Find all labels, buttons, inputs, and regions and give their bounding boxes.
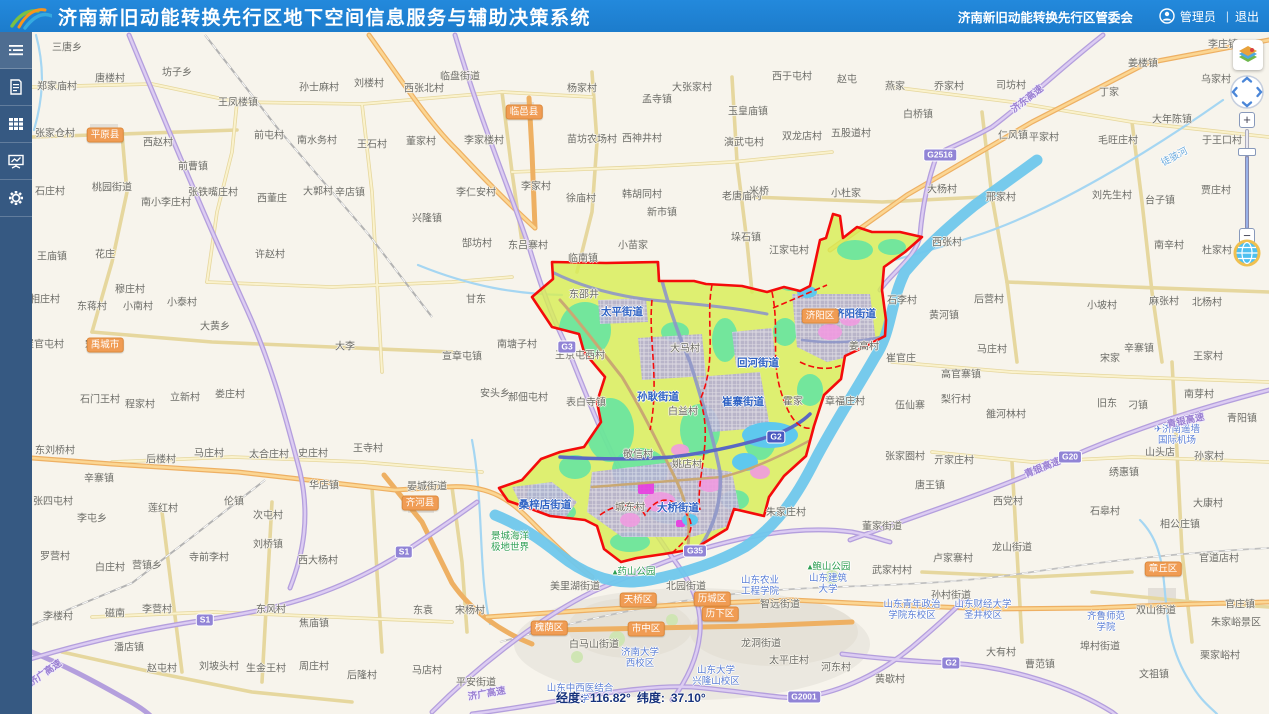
- sidebar-item-settings[interactable]: [0, 180, 32, 217]
- app-header: 济南新旧动能转换先行区地下空间信息服务与辅助决策系统 济南新旧动能转换先行区管委…: [0, 0, 1269, 32]
- page-title: 济南新旧动能转换先行区地下空间信息服务与辅助决策系统: [58, 3, 591, 30]
- settings-gear-icon: [7, 189, 25, 207]
- longitude-label: 经度:: [556, 691, 584, 705]
- sidebar: [0, 32, 32, 714]
- pan-compass-control[interactable]: [1229, 74, 1265, 110]
- basemap-layers-button[interactable]: [1233, 40, 1263, 70]
- map-canvas[interactable]: 三唐乡唐楼村坊子乡郑家庙村王凤楼镇孙士麻村刘楼村西张北村张家仓村西赵村前屯村南水…: [32, 32, 1269, 714]
- sidebar-item-table[interactable]: [0, 106, 32, 143]
- user-name[interactable]: 管理员: [1180, 8, 1216, 25]
- globe-view-button[interactable]: [1233, 239, 1261, 267]
- zoom-slider-handle[interactable]: [1238, 148, 1256, 156]
- latitude-value: 37.10°: [671, 691, 706, 705]
- sidebar-item-document[interactable]: [0, 69, 32, 106]
- map-base-layer: [32, 32, 1269, 714]
- logout-button[interactable]: 退出: [1235, 8, 1259, 25]
- layer-menu-icon: [7, 41, 25, 59]
- user-icon: [1159, 8, 1175, 24]
- table-grid-icon: [7, 115, 25, 133]
- zoom-slider-fill: [1245, 156, 1249, 229]
- cursor-coordinates: 经度: 116.82° 纬度: 37.10°: [556, 689, 712, 706]
- latitude-label: 纬度:: [637, 691, 665, 705]
- header-separator: |: [1226, 9, 1229, 23]
- layers-icon: [1237, 44, 1259, 66]
- document-report-icon: [7, 78, 25, 96]
- sidebar-item-dashboard[interactable]: [0, 143, 32, 180]
- longitude-value: 116.82°: [590, 691, 631, 705]
- app-logo-icon: [8, 2, 52, 30]
- org-name: 济南新旧动能转换先行区管委会: [958, 7, 1133, 26]
- chart-board-icon: [7, 152, 25, 170]
- zoom-in-button[interactable]: +: [1239, 112, 1255, 128]
- sidebar-item-layer-menu[interactable]: [0, 32, 32, 69]
